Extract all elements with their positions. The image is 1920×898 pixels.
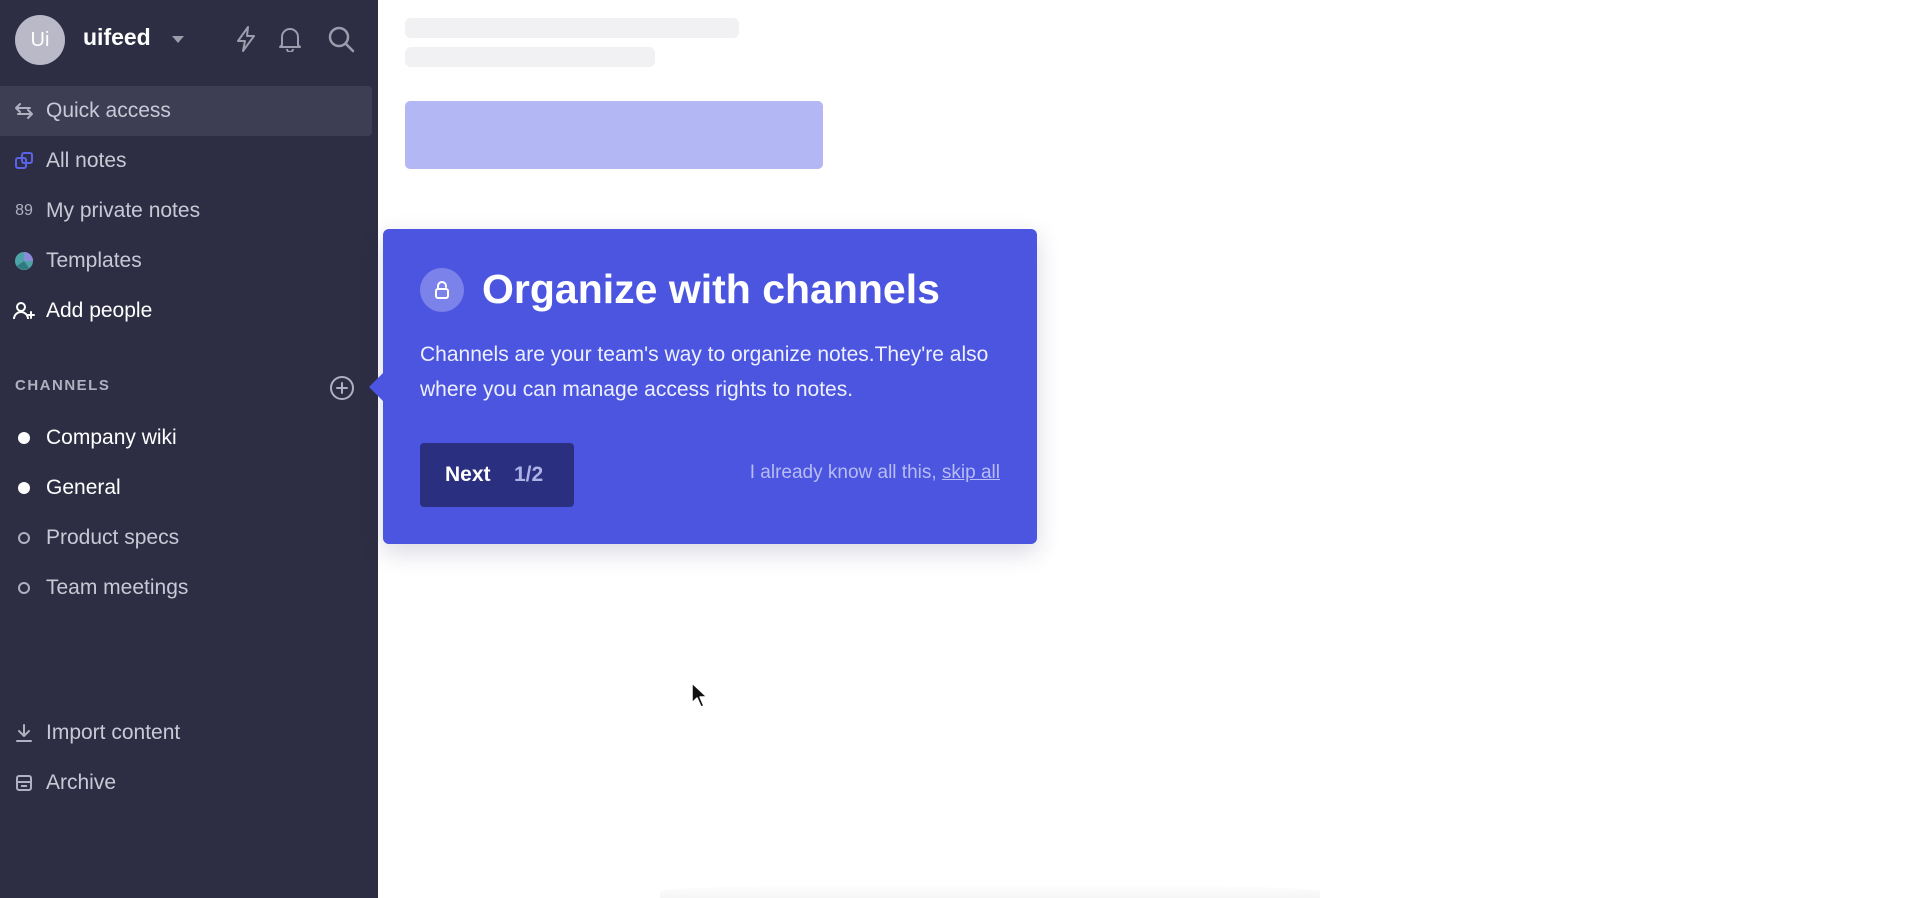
search-icon[interactable] [326, 24, 356, 54]
add-channel-icon[interactable] [329, 375, 355, 401]
sidebar-item-channel[interactable]: General [0, 463, 372, 513]
skip-row: I already know all this, skip all [750, 462, 1000, 484]
sidebar-item-label: Team meetings [46, 576, 189, 599]
skeleton-line [405, 18, 739, 38]
sidebar-item-channel[interactable]: Company wiki [0, 413, 372, 463]
sidebar-item-import[interactable]: Import content [0, 708, 372, 758]
tour-step-counter: 1/2 [514, 463, 544, 486]
channel-dot-icon [12, 526, 36, 550]
sidebar-item-label: Templates [46, 249, 142, 272]
skip-all-link[interactable]: skip all [942, 462, 1000, 483]
channels-header: CHANNELS [15, 377, 111, 394]
bell-icon[interactable] [275, 24, 305, 54]
channel-dot-icon [12, 426, 36, 450]
channel-dot-icon [12, 576, 36, 600]
lock-icon [420, 268, 464, 312]
sidebar-item-label: Import content [46, 721, 181, 744]
add-person-icon [12, 299, 36, 323]
tour-body: Channels are your team's way to organize… [420, 343, 989, 401]
skip-prefix: I already know all this, [749, 462, 942, 483]
avatar[interactable]: Ui [15, 15, 65, 65]
sidebar-item-private-notes[interactable]: 89 My private notes [0, 186, 372, 236]
workspace-name[interactable]: uifeed [83, 24, 151, 51]
download-icon [12, 721, 36, 745]
channel-dot-icon [12, 476, 36, 500]
onboarding-tour-popover: Organize with channels Channels are your… [369, 229, 1037, 544]
sidebar-item-label: Archive [46, 771, 117, 794]
chevron-down-icon[interactable] [172, 36, 184, 43]
sidebar-item-label: Add people [46, 299, 153, 322]
sidebar-item-all-notes[interactable]: All notes [0, 136, 372, 186]
next-button-label: Next [445, 463, 491, 486]
skeleton-button [405, 101, 823, 169]
sidebar-item-label: General [46, 476, 121, 499]
next-button[interactable]: Next 1/2 [420, 443, 574, 507]
skeleton-line [405, 47, 655, 67]
sidebar-header: Ui uifeed [0, 0, 378, 78]
swap-arrows-icon [12, 99, 36, 123]
sidebar-item-quick-access[interactable]: Quick access [0, 86, 372, 136]
sidebar-item-label: All notes [46, 149, 127, 172]
sidebar-item-label: Product specs [46, 526, 180, 549]
sidebar: Ui uifeed Quick access All notes 89 My p… [0, 0, 378, 898]
templates-icon [12, 249, 36, 273]
sidebar-item-label: Quick access [46, 99, 171, 122]
archive-icon [12, 771, 36, 795]
sidebar-item-channel[interactable]: Team meetings [0, 563, 372, 613]
lightning-icon[interactable] [231, 24, 261, 54]
sidebar-item-label: My private notes [46, 199, 201, 222]
copy-notes-icon [12, 149, 36, 173]
private-notes-count: 89 [15, 202, 33, 219]
sidebar-item-label: Company wiki [46, 426, 177, 449]
mouse-cursor-icon [690, 681, 710, 714]
tour-title: Organize with channels [482, 266, 940, 312]
sidebar-item-add-people[interactable]: Add people [0, 286, 372, 336]
sidebar-item-channel[interactable]: Product specs [0, 513, 372, 563]
sidebar-item-templates[interactable]: Templates [0, 236, 372, 286]
bottom-shadow [660, 884, 1320, 898]
popover-arrow [369, 373, 383, 401]
sidebar-item-archive[interactable]: Archive [0, 758, 372, 808]
